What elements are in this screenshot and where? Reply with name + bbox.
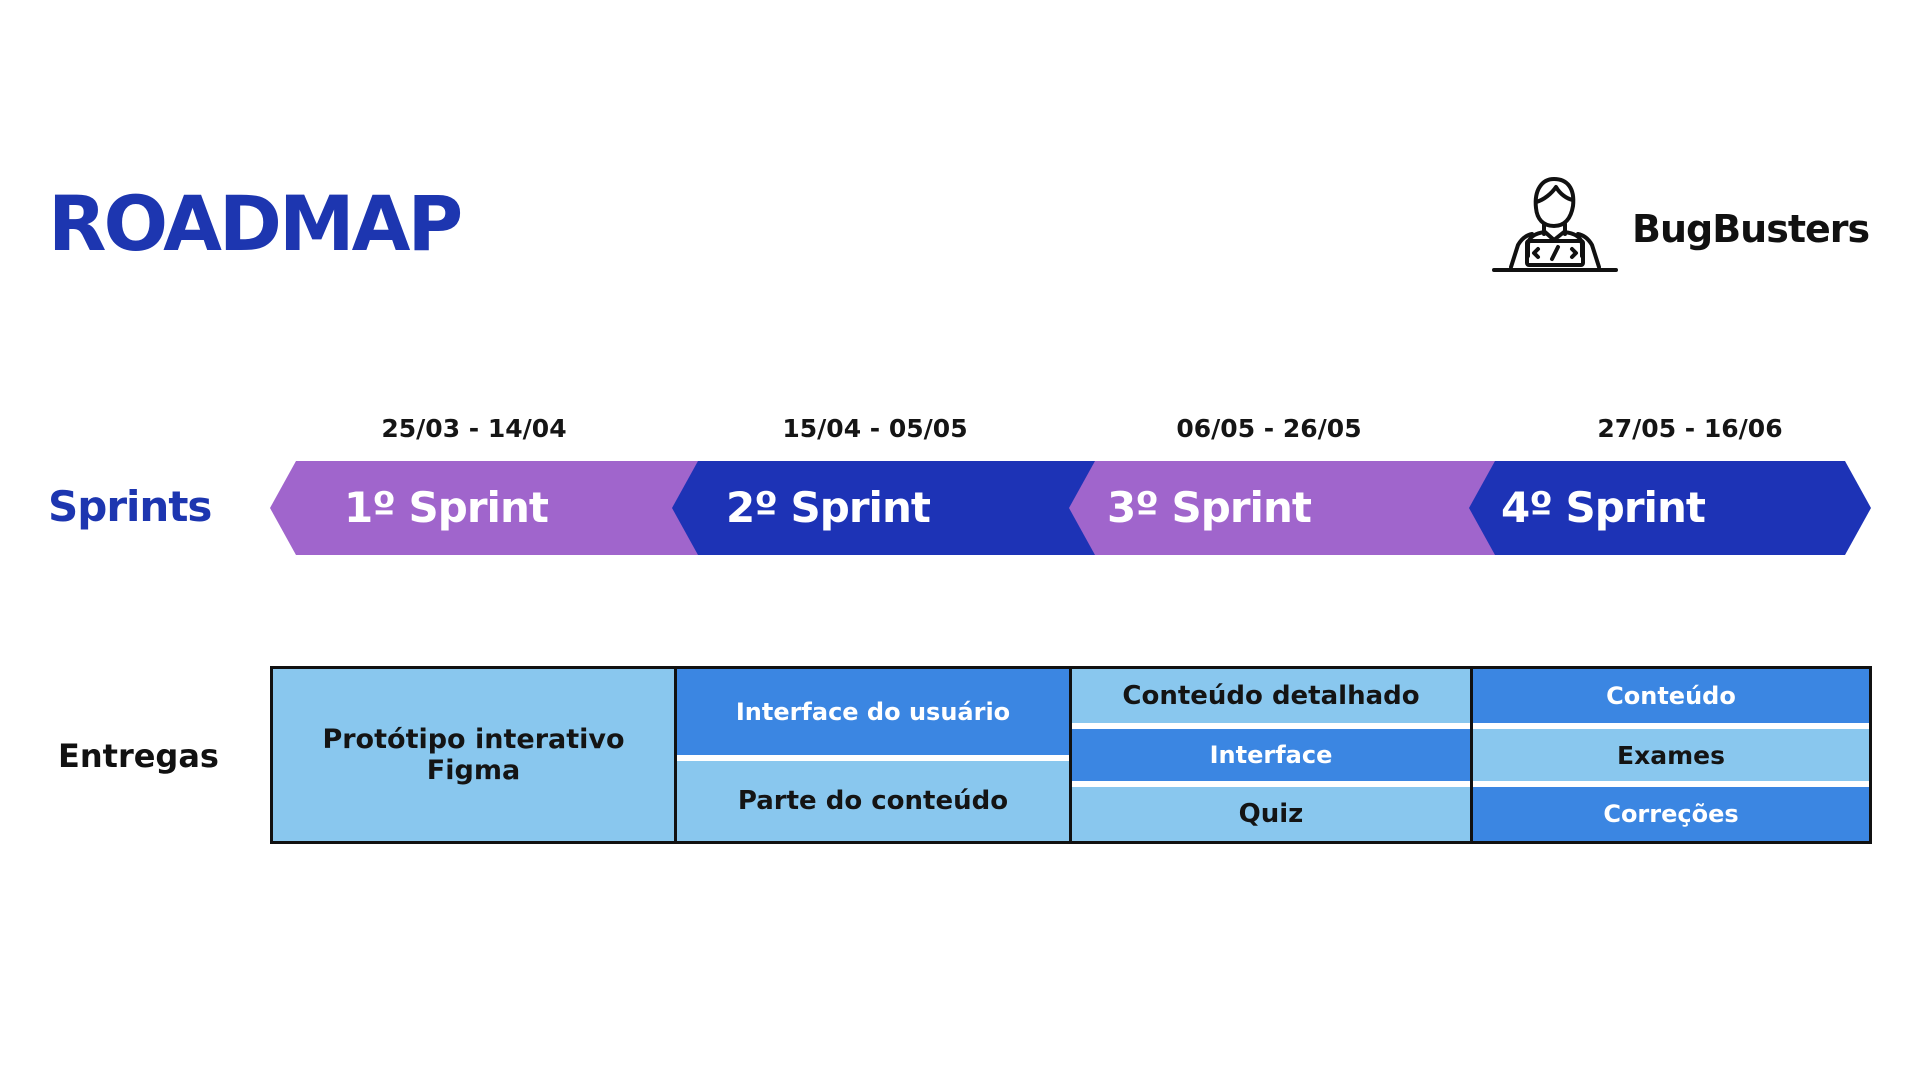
sprint-4-label: 4º Sprint [1501, 483, 1705, 532]
page-title: ROADMAP [48, 179, 463, 268]
deliverables-table: Protótipo interativo Figma Interface do … [270, 666, 1872, 844]
deliverable-item: Quiz [1072, 787, 1470, 841]
sprint-3-deliverables: Conteúdo detalhado Interface Quiz [1072, 669, 1473, 841]
sprint-3-arrow: 3º Sprint [1069, 461, 1501, 555]
deliverable-item: Parte do conteúdo [677, 761, 1069, 841]
deliverable-item: Interface [1072, 729, 1470, 781]
deliverable-item: Conteúdo [1473, 669, 1869, 723]
sprint-4-deliverables: Conteúdo Exames Correções [1473, 669, 1869, 841]
sprint-1-label: 1º Sprint [344, 483, 549, 532]
sprint-1-arrow: 1º Sprint [270, 461, 702, 555]
sprint-2-label: 2º Sprint [726, 483, 931, 532]
sprint-3-dates: 06/05 - 26/05 [1176, 414, 1362, 443]
sprints-row-label: Sprints [48, 482, 212, 531]
deliverable-item: Protótipo interativo Figma [273, 669, 674, 841]
sprint-2-deliverables: Interface do usuário Parte do conteúdo [677, 669, 1072, 841]
deliverable-item: Exames [1473, 729, 1869, 781]
deliverable-item: Conteúdo detalhado [1072, 669, 1470, 723]
brand: BugBusters [1488, 166, 1878, 276]
deliverables-row-label: Entregas [58, 737, 219, 775]
sprint-1-deliverables: Protótipo interativo Figma [273, 669, 677, 841]
brand-name: BugBusters [1632, 207, 1870, 251]
developer-laptop-icon [1492, 177, 1618, 272]
sprint-2-arrow: 2º Sprint [672, 461, 1104, 555]
deliverable-item: Correções [1473, 787, 1869, 841]
sprint-3-label: 3º Sprint [1107, 483, 1312, 532]
sprint-4-arrow: 4º Sprint [1469, 461, 1871, 555]
sprint-1-dates: 25/03 - 14/04 [381, 414, 567, 443]
sprint-2-dates: 15/04 - 05/05 [782, 414, 968, 443]
deliverable-item: Interface do usuário [677, 669, 1069, 755]
sprint-4-dates: 27/05 - 16/06 [1597, 414, 1783, 443]
